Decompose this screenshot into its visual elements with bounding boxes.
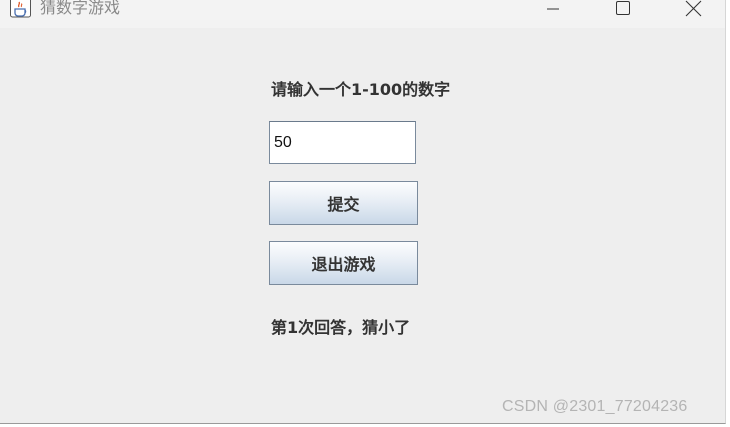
submit-button-label: 提交: [327, 195, 360, 214]
result-message: 第1次回答，猜小了: [271, 318, 411, 337]
submit-button[interactable]: 提交: [269, 181, 418, 225]
watermark: CSDN @2301_77204236: [502, 398, 688, 415]
exit-game-button[interactable]: 退出游戏: [269, 241, 418, 285]
java-cup-icon: [10, 0, 32, 18]
minimize-icon[interactable]: [530, 0, 576, 20]
exit-game-button-label: 退出游戏: [311, 255, 376, 274]
window-title: 猜数字游戏: [40, 0, 121, 17]
maximize-icon[interactable]: [600, 0, 646, 20]
close-icon[interactable]: [670, 0, 716, 20]
game-window: 猜数字游戏 请输入一个1-100的数字 提交 退出游戏 第1次回答，猜小了: [0, 0, 726, 424]
title-bar[interactable]: 猜数字游戏: [0, 0, 725, 28]
input-prompt-label: 请输入一个1-100的数字: [271, 80, 451, 99]
number-input[interactable]: [269, 121, 416, 164]
